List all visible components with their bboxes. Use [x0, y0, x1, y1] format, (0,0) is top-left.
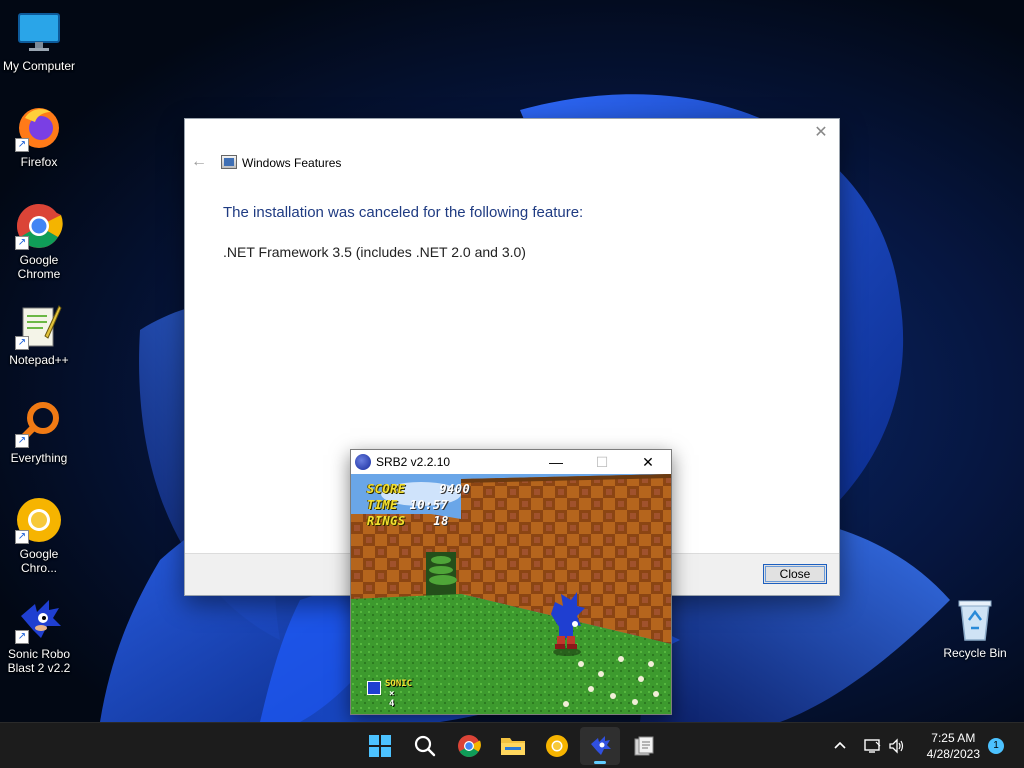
chrome-icon: ↗: [15, 202, 63, 250]
desktop-icon-notepadpp[interactable]: ↗ Notepad++: [0, 302, 78, 367]
shortcut-arrow-icon: ↗: [15, 336, 29, 350]
desktop-icon-sonic-robo-blast[interactable]: ↗ Sonic Robo Blast 2 v2.2: [0, 596, 78, 675]
taskbar-chrome-canary[interactable]: [537, 727, 577, 765]
clock-date: 4/28/2023: [926, 747, 980, 761]
desktop-icon-label: Notepad++: [9, 353, 69, 367]
game-viewport[interactable]: SCORE 9400 TIME 10:57 RINGS 18 SONIC × 4: [351, 474, 671, 714]
time-label: TIME: [367, 498, 398, 512]
monitor-icon: [15, 8, 63, 56]
chrome-canary-icon: ↗: [15, 496, 63, 544]
shortcut-arrow-icon: ↗: [15, 434, 29, 448]
file-explorer-icon: [501, 738, 525, 755]
rings-value: 18: [433, 514, 449, 528]
sonic-icon: [591, 736, 611, 755]
taskbar-app[interactable]: [624, 727, 664, 765]
search-icon: [414, 735, 436, 757]
desktop-icon-chrome-canary[interactable]: ↗ Google Chro...: [0, 496, 78, 575]
hud-score: SCORE 9400: [367, 482, 470, 496]
maximize-button[interactable]: ☐: [579, 450, 625, 474]
taskbar-clock[interactable]: 7:25 AM 4/28/2023: [927, 730, 980, 762]
desktop-icon-recycle-bin[interactable]: Recycle Bin: [940, 598, 1010, 660]
window-title: SRB2 v2.2.10: [376, 455, 451, 469]
window-titlebar[interactable]: SRB2 v2.2.10 — ☐ ✕: [351, 450, 671, 474]
sonic-icon: ↗: [15, 596, 63, 644]
score-label: SCORE: [367, 482, 406, 496]
start-button[interactable]: [360, 727, 400, 765]
shortcut-arrow-icon: ↗: [15, 530, 29, 544]
show-hidden-icons[interactable]: [833, 723, 847, 768]
desktop-icon-label: My Computer: [2, 59, 76, 73]
volume-icon: [889, 738, 904, 754]
back-arrow-icon[interactable]: ←: [191, 153, 209, 171]
windows-features-icon: [221, 155, 237, 169]
srb2-game-window[interactable]: SRB2 v2.2.10 — ☐ ✕ SCORE 9400 TIME 10:57…: [350, 449, 672, 715]
desktop-icon-firefox[interactable]: ↗ Firefox: [0, 104, 78, 169]
chrome-canary-icon: [546, 735, 568, 757]
taskbar: 7:25 AM 4/28/2023 1: [0, 722, 1024, 768]
desktop-icon-label: Firefox: [20, 155, 58, 169]
score-value: 9400: [439, 482, 471, 496]
lives-count: × 4: [389, 689, 395, 709]
everything-search-icon: ↗: [15, 400, 63, 448]
desktop-icon-label: Google Chro...: [19, 547, 59, 575]
shortcut-arrow-icon: ↗: [15, 236, 29, 250]
character-name: SONIC: [385, 679, 413, 689]
app-icon: [634, 736, 654, 756]
network-status[interactable]: [864, 723, 882, 768]
network-icon: [864, 739, 881, 753]
dialog-close-icon[interactable]: ✕: [811, 123, 831, 143]
active-indicator: [594, 761, 606, 764]
recycle-bin-icon: [955, 598, 995, 642]
window-close-button[interactable]: ✕: [625, 450, 671, 474]
volume-control[interactable]: [888, 723, 906, 768]
time-value: 10:57: [409, 498, 449, 512]
rings-label: RINGS: [367, 514, 406, 528]
chrome-icon: [458, 735, 481, 757]
shortcut-arrow-icon: ↗: [15, 138, 29, 152]
desktop-icon-label: Google Chrome: [17, 253, 61, 281]
hud-time: TIME 10:57: [367, 498, 448, 512]
taskbar-srb2[interactable]: [580, 727, 620, 765]
shortcut-arrow-icon: ↗: [15, 630, 29, 644]
clock-time: 7:25 AM: [931, 731, 976, 745]
dialog-title: Windows Features: [242, 156, 342, 170]
feature-name: .NET Framework 3.5 (includes .NET 2.0 an…: [223, 244, 526, 260]
taskbar-search-button[interactable]: [405, 727, 445, 765]
desktop-icon-label: Recycle Bin: [943, 646, 1007, 660]
desktop-icon-label: Everything: [10, 451, 68, 465]
taskbar-file-explorer[interactable]: [493, 727, 533, 765]
start-icon: [369, 735, 391, 757]
chevron-up-icon: [834, 741, 846, 749]
desktop-icon-google-chrome[interactable]: ↗ Google Chrome: [0, 202, 78, 281]
desktop-icon-everything[interactable]: ↗ Everything: [0, 400, 78, 465]
firefox-icon: ↗: [15, 104, 63, 152]
close-button[interactable]: Close: [763, 564, 827, 584]
notification-badge[interactable]: 1: [988, 738, 1004, 754]
life-icon: [367, 681, 381, 695]
taskbar-chrome[interactable]: [449, 727, 489, 765]
minimize-button[interactable]: —: [533, 450, 579, 474]
sonic-icon: [355, 454, 371, 470]
hud-rings: RINGS 18: [367, 514, 449, 528]
notepadpp-icon: ↗: [15, 302, 63, 350]
dialog-heading: The installation was canceled for the fo…: [223, 204, 584, 221]
desktop-icon-my-computer[interactable]: My Computer: [0, 8, 78, 73]
desktop-icon-label: Sonic Robo Blast 2 v2.2: [7, 647, 71, 675]
